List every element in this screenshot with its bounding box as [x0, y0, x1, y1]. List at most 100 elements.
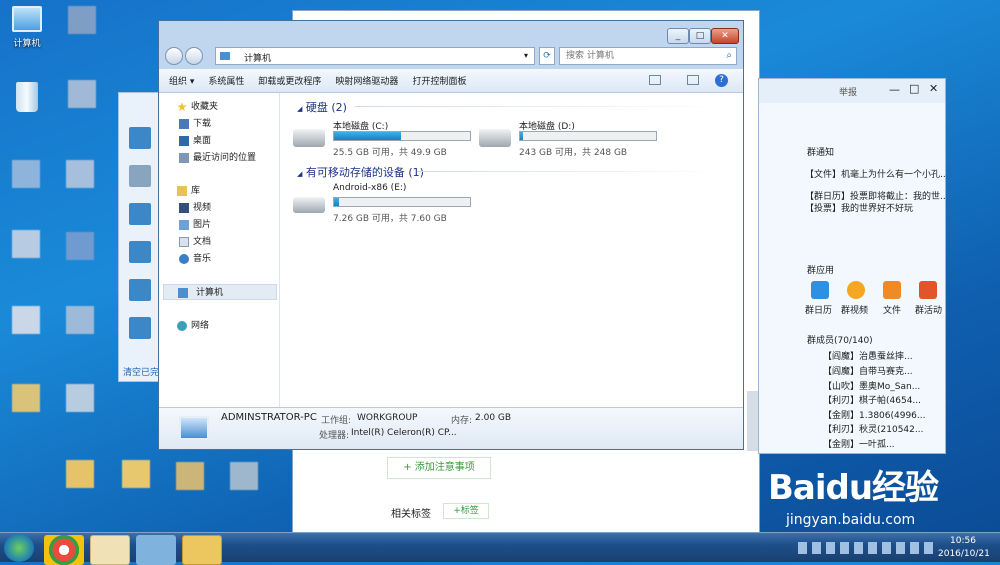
memory-label: 内存: — [451, 416, 473, 426]
nav-pictures[interactable]: 图片 — [159, 217, 280, 233]
baidu-logo: Baidu经验 — [768, 460, 939, 509]
nav-libraries[interactable]: 库 — [159, 183, 280, 199]
minimize-button[interactable]: _ — [667, 28, 689, 44]
nav-desktop-label: 桌面 — [193, 136, 212, 146]
maximize-button[interactable]: □ — [689, 28, 711, 44]
taskbar-app-icon[interactable] — [90, 535, 130, 565]
drive-e[interactable]: Android-x86 (E:) 7.26 GB 可用，共 7.60 GB — [293, 183, 493, 224]
add-note-button[interactable]: + 添加注意事项 — [387, 457, 491, 479]
app-label: 群视频 — [841, 306, 869, 316]
address-bar[interactable]: 计算机 ▾ — [215, 47, 535, 65]
workgroup-value: WORKGROUP — [357, 413, 418, 423]
star-icon — [177, 102, 187, 112]
refresh-button[interactable]: ⟳ — [539, 47, 555, 65]
hard-drive-icon — [479, 129, 511, 147]
qq-notice-item[interactable]: 【文件】机毫上为什么有一个小孔... — [805, 167, 945, 180]
address-dropdown-icon[interactable]: ▾ — [524, 51, 528, 60]
control-panel-button[interactable]: 打开控制面板 — [412, 74, 466, 87]
qq-close-icon[interactable]: ✕ — [929, 82, 938, 95]
member-item[interactable]: 【阎魔】治愚蚕丝摔... — [823, 349, 913, 362]
clear-link[interactable]: 清空已完 — [123, 365, 159, 378]
recycle-bin-icon[interactable] — [2, 82, 52, 112]
folder-check-icon — [129, 317, 151, 339]
help-icon[interactable]: ? — [715, 74, 728, 87]
member-item[interactable]: 【利刃】棋子帕(4654... — [823, 393, 921, 406]
folder-check-icon — [129, 127, 151, 149]
desktop-computer-icon[interactable]: 计算机 — [2, 6, 52, 49]
member-item[interactable]: 【金刚】一叶孤... — [823, 437, 895, 450]
nav-computer[interactable]: 计算机 — [163, 284, 277, 300]
cpu-label: 处理器: — [319, 431, 350, 441]
nav-network[interactable]: 网络 — [159, 318, 280, 334]
start-button[interactable] — [4, 534, 34, 562]
tray-icons[interactable] — [798, 542, 934, 554]
member-item[interactable]: 【山吹】墨奥Mo_San... — [823, 379, 920, 392]
taskbar-explorer-icon[interactable] — [182, 535, 222, 565]
taskbar-app-icon[interactable] — [136, 535, 176, 565]
app-calendar-icon[interactable] — [811, 281, 829, 299]
drive-e-usage-fill — [334, 198, 340, 206]
hdd-section-header[interactable]: ◢ 硬盘 (2) — [297, 99, 347, 115]
map-drive-button[interactable]: 映射网络驱动器 — [335, 74, 398, 87]
preview-pane-icon[interactable] — [687, 75, 699, 85]
taskbar-chrome-icon[interactable] — [44, 535, 84, 565]
qq-notice-item[interactable]: 【投票】我的世界好不好玩 — [805, 201, 945, 214]
pixelated-icon — [12, 160, 40, 188]
app-label: 群活动 — [915, 306, 943, 316]
side-panel: 清空已完 — [118, 92, 160, 382]
organize-button[interactable]: 组织 ▾ — [169, 74, 194, 87]
pixelated-icon — [12, 306, 40, 334]
drive-c[interactable]: 本地磁盘 (C:) 25.5 GB 可用，共 49.9 GB — [293, 119, 483, 159]
qq-group-window: 举报 — □ ✕ 群通知 【文件】机毫上为什么有一个小孔... 【群日历】投票即… — [758, 78, 946, 454]
pc-icon — [179, 416, 209, 440]
qq-apps-title: 群应用 — [807, 266, 835, 276]
folder-check-icon — [129, 165, 151, 187]
system-properties-button[interactable]: 系统属性 — [208, 74, 244, 87]
pixelated-icon — [68, 80, 96, 108]
removable-section-header[interactable]: ◢ 有可移动存储的设备 (1) — [297, 164, 424, 180]
nav-favorites[interactable]: 收藏夹 — [159, 99, 280, 115]
baidu-brand-text: Baidu经验 — [768, 468, 939, 508]
download-folder-icon — [179, 119, 189, 129]
view-options-icon[interactable] — [649, 75, 661, 85]
uninstall-button[interactable]: 卸载或更改程序 — [258, 74, 321, 87]
qq-minimize-icon[interactable]: — — [889, 83, 900, 96]
app-activity-icon[interactable] — [919, 281, 937, 299]
nav-recent[interactable]: 最近访问的位置 — [159, 150, 280, 166]
app-video-icon[interactable] — [847, 281, 865, 299]
desktop-icon — [179, 136, 189, 146]
computer-icon — [12, 6, 42, 32]
search-input[interactable] — [566, 49, 716, 63]
pixelated-icon — [12, 230, 40, 258]
hdd-header-text: 硬盘 (2) — [305, 101, 347, 114]
drive-d[interactable]: 本地磁盘 (D:) 243 GB 可用，共 248 GB — [479, 119, 669, 159]
report-link[interactable]: 举报 — [839, 85, 857, 98]
search-box[interactable]: ⌕ — [559, 47, 737, 65]
nav-videos[interactable]: 视频 — [159, 200, 280, 216]
qq-maximize-icon[interactable]: □ — [909, 82, 919, 95]
nav-documents[interactable]: 文档 — [159, 234, 280, 250]
clock-time[interactable]: 10:56 — [950, 536, 976, 546]
member-item[interactable]: 【利刃】秋灵(210542... — [823, 422, 923, 435]
clock-date[interactable]: 2016/10/21 — [938, 549, 990, 559]
close-button[interactable]: ✕ — [711, 28, 739, 44]
member-item[interactable]: 【阎魔】自带马赛克... — [823, 364, 913, 377]
app-file-icon[interactable] — [883, 281, 901, 299]
add-tag-button[interactable]: +标签 — [443, 503, 489, 519]
forward-button[interactable] — [185, 47, 203, 65]
nav-downloads[interactable]: 下载 — [159, 116, 280, 132]
folder-check-icon — [129, 279, 151, 301]
member-item[interactable]: 【金刚】1.3806(4996... — [823, 408, 926, 421]
pixelated-icon — [66, 384, 94, 412]
search-icon: ⌕ — [726, 50, 732, 61]
qq-members-title: 群成员(70/140) — [807, 336, 873, 346]
pictures-icon — [179, 220, 189, 230]
back-button[interactable] — [165, 47, 183, 65]
nav-music[interactable]: 音乐 — [159, 251, 280, 267]
pixelated-icon — [122, 460, 150, 488]
drive-d-usage-bar — [519, 131, 657, 141]
recent-places-icon — [179, 153, 189, 163]
desktop-computer-label: 计算机 — [13, 39, 41, 49]
nav-desktop[interactable]: 桌面 — [159, 133, 280, 149]
pixelated-icon — [176, 462, 204, 490]
